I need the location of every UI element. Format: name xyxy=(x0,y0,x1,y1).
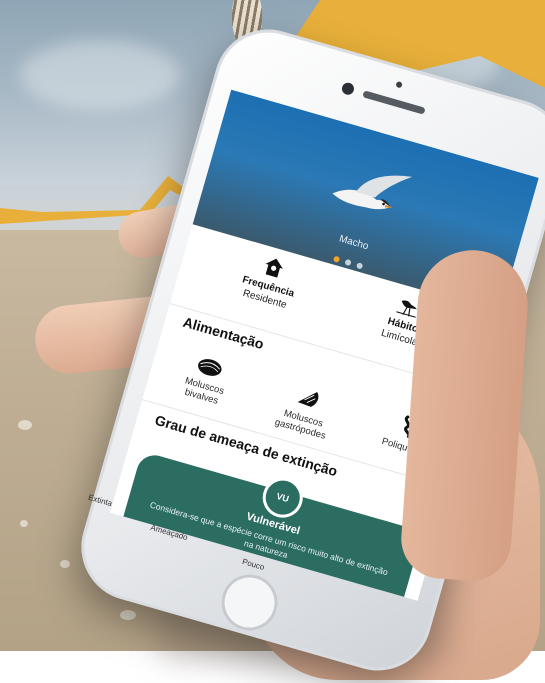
pebble xyxy=(120,610,136,620)
hand-finger xyxy=(398,246,532,584)
carousel-dot[interactable] xyxy=(344,258,352,267)
carousel-dot[interactable] xyxy=(332,255,341,263)
bird-photo xyxy=(332,175,413,210)
food-item-gastropods: Moluscos gastrópodes xyxy=(250,374,360,449)
pebble xyxy=(18,420,32,430)
snail-shell-icon xyxy=(297,392,319,407)
clam-icon xyxy=(198,359,222,376)
birdhouse-icon xyxy=(265,258,283,278)
carousel-dot[interactable] xyxy=(355,262,364,270)
pebble xyxy=(20,520,28,527)
pebble xyxy=(60,560,70,568)
